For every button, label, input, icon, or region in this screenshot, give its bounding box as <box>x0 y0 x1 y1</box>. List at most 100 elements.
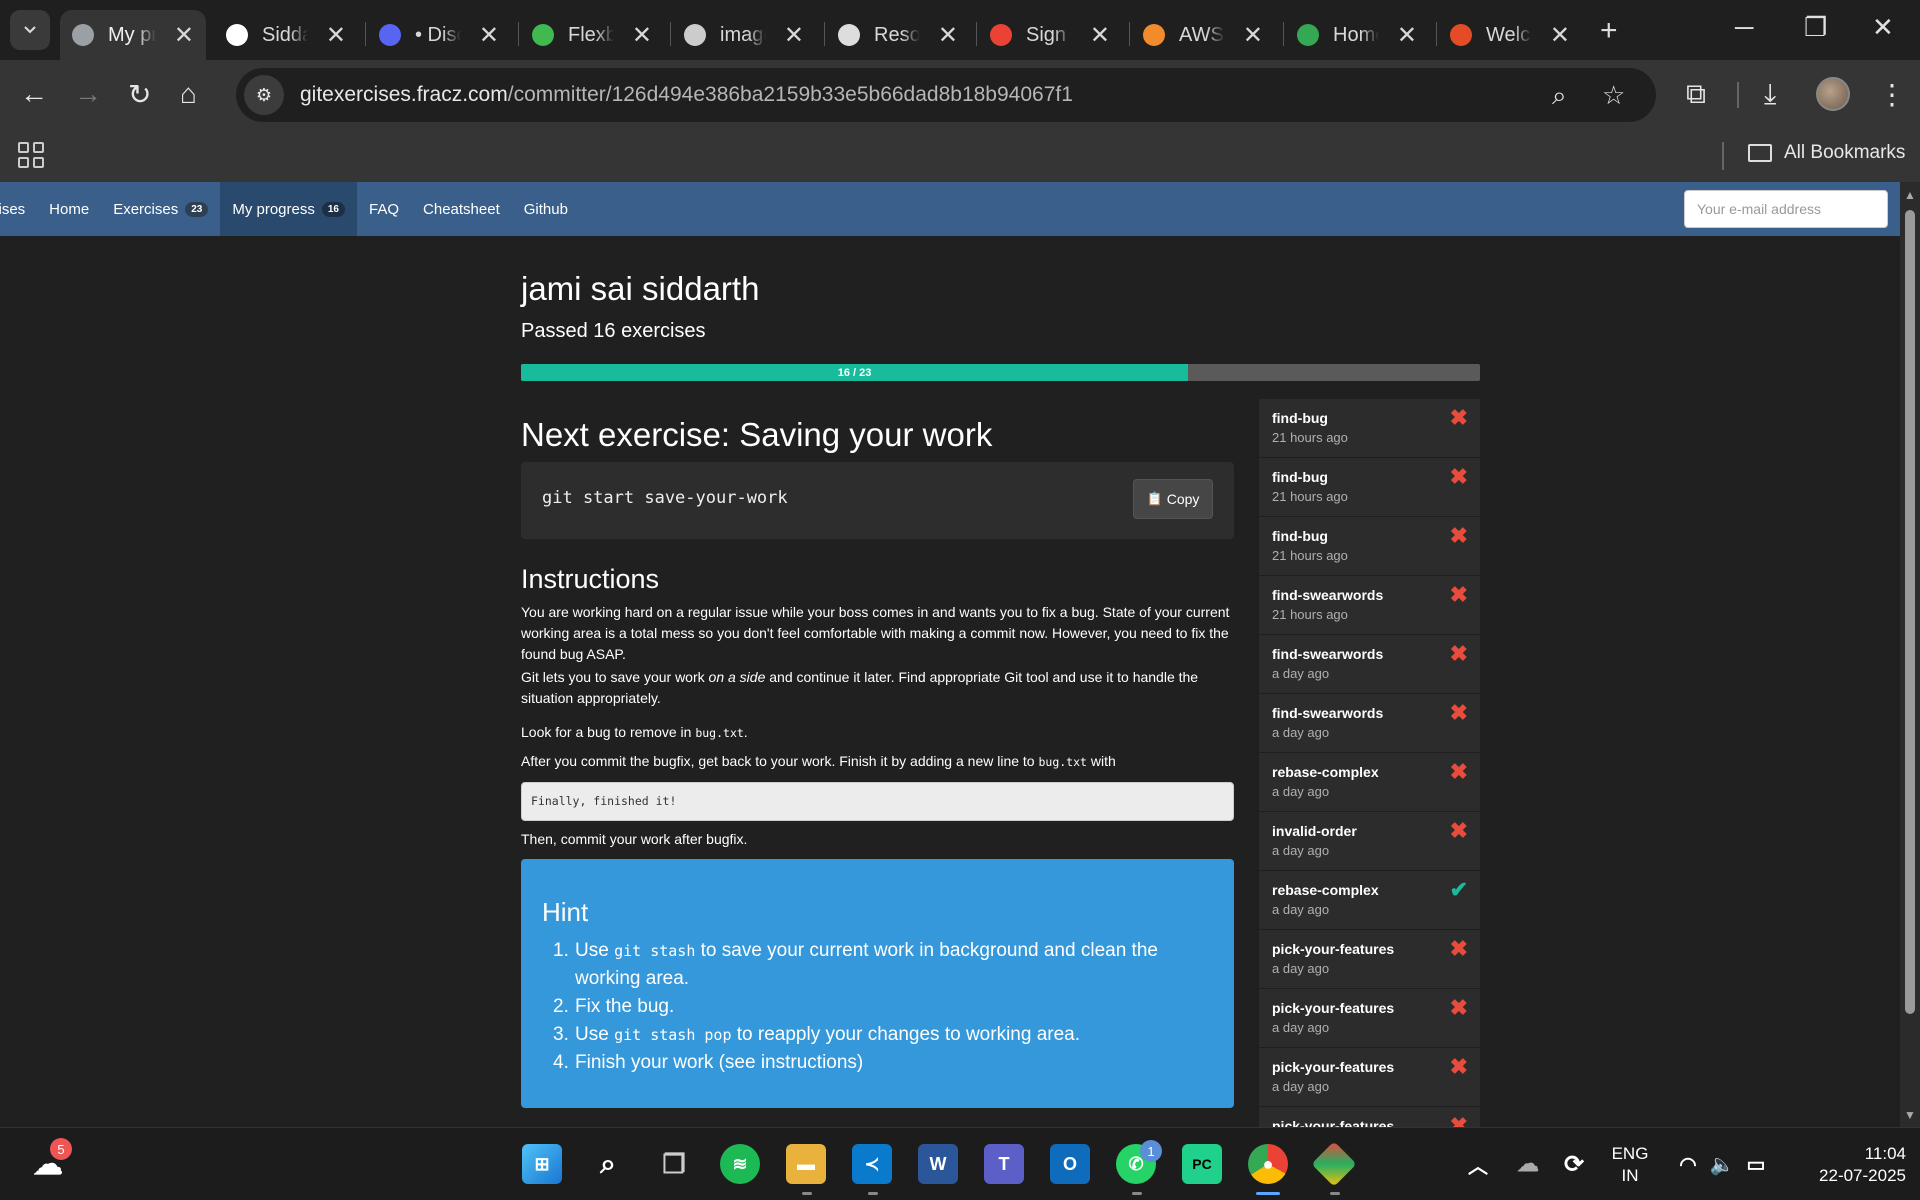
word-icon[interactable]: W <box>918 1144 958 1184</box>
attempt-row[interactable]: find-swearwords a day ago ✖ <box>1259 694 1480 753</box>
tab-close-icon[interactable]: ✕ <box>174 21 194 50</box>
tab-8[interactable]: Home ✕ <box>1285 10 1429 60</box>
close-window-icon[interactable]: ✕ <box>1872 12 1894 43</box>
tab-3[interactable]: Flexb ✕ <box>520 10 664 60</box>
home-icon[interactable]: ⌂ <box>180 78 197 110</box>
folder-icon <box>1748 144 1772 162</box>
attempt-row[interactable]: rebase-complex a day ago ✖ <box>1259 753 1480 812</box>
hint-item: 2. Fix the bug. <box>553 996 675 1017</box>
restore-icon[interactable]: ❐ <box>1804 12 1827 43</box>
attempt-row[interactable]: invalid-order a day ago ✖ <box>1259 812 1480 871</box>
extensions-icon[interactable]: ⧉ <box>1686 78 1706 111</box>
tray-overflow-icon[interactable]: ︿ <box>1458 1144 1498 1184</box>
sync-icon[interactable]: ⟳ <box>1554 1144 1594 1184</box>
attempt-row[interactable]: pick-your-features a day ago ✖ <box>1259 1048 1480 1107</box>
profile-avatar[interactable] <box>1816 77 1850 111</box>
git-gui-running-indicator <box>1330 1192 1340 1195</box>
attempt-row[interactable]: pick-your-features ✖ <box>1259 1107 1480 1127</box>
menu-icon[interactable]: ⋮ <box>1878 78 1906 111</box>
outlook-icon[interactable]: O <box>1050 1144 1090 1184</box>
start-icon[interactable]: ⊞ <box>522 1144 562 1184</box>
tab-5[interactable]: Resol ✕ <box>826 10 970 60</box>
tab-close-icon[interactable]: ✕ <box>632 21 652 50</box>
scroll-up-icon[interactable]: ▲ <box>1904 188 1916 202</box>
tab-9[interactable]: Welco ✕ <box>1438 10 1582 60</box>
download-icon[interactable]: ⤓ <box>1764 78 1776 111</box>
apps-grid-icon[interactable] <box>18 142 44 168</box>
nav-exercises[interactable]: Exercises 23 <box>101 182 220 236</box>
tab-label: Sign u <box>1026 23 1072 46</box>
page-scrollbar[interactable]: ▲ ▼ <box>1900 182 1920 1127</box>
attempt-row[interactable]: rebase-complex a day ago ✔ <box>1259 871 1480 930</box>
attempt-row[interactable]: find-bug 21 hours ago ✖ <box>1259 399 1480 458</box>
tab-close-icon[interactable]: ✕ <box>479 21 499 50</box>
battery-icon[interactable]: ▭ <box>1736 1144 1776 1184</box>
forward-icon[interactable]: → <box>74 78 102 110</box>
onedrive-icon[interactable]: ☁ <box>1508 1144 1548 1184</box>
tab-6[interactable]: Sign u ✕ <box>978 10 1122 60</box>
new-tab-button[interactable]: + <box>1600 14 1618 48</box>
tab-2[interactable]: • Disc ✕ <box>367 10 511 60</box>
spotify-icon[interactable]: ≋ <box>720 1144 760 1184</box>
attempt-row[interactable]: pick-your-features a day ago ✖ <box>1259 930 1480 989</box>
email-input[interactable] <box>1684 190 1888 228</box>
tab-close-icon[interactable]: ✕ <box>1397 21 1417 50</box>
tab-search-button[interactable] <box>10 10 50 50</box>
attempt-row[interactable]: find-swearwords 21 hours ago ✖ <box>1259 576 1480 635</box>
url-text[interactable]: gitexercises.fracz.com/committer/126d494… <box>300 83 1073 107</box>
language-indicator[interactable]: ENG IN <box>1600 1143 1660 1187</box>
vscode-icon[interactable]: ≺ <box>852 1144 892 1184</box>
nav-exercises-label: Exercises <box>113 200 179 218</box>
attempt-row[interactable]: pick-your-features a day ago ✖ <box>1259 989 1480 1048</box>
cross-icon: ✖ <box>1449 818 1468 843</box>
site-info-icon[interactable]: ⚙ <box>244 75 284 115</box>
nav-brand[interactable]: rcises <box>0 182 37 236</box>
nav-github[interactable]: Github <box>512 182 580 236</box>
command-box: git start save-your-work 📋 Copy <box>521 462 1234 539</box>
all-bookmarks-button[interactable]: All Bookmarks <box>1748 142 1905 164</box>
tab-close-icon[interactable]: ✕ <box>1090 21 1110 50</box>
nav-my-progress[interactable]: My progress 16 <box>220 182 357 236</box>
scroll-down-icon[interactable]: ▼ <box>1904 1108 1916 1122</box>
task-view-icon[interactable]: ❐ <box>654 1144 694 1184</box>
tab-4[interactable]: image ✕ <box>672 10 816 60</box>
teams-icon[interactable]: T <box>984 1144 1024 1184</box>
clock[interactable]: 11:04 22-07-2025 <box>1786 1143 1906 1187</box>
tab-7[interactable]: AWS (✕ <box>1131 10 1275 60</box>
scrollbar-thumb[interactable] <box>1905 210 1915 1014</box>
tab-close-icon[interactable]: ✕ <box>1243 21 1263 50</box>
copy-button[interactable]: 📋 Copy <box>1133 479 1213 519</box>
pycharm-icon[interactable]: PC <box>1182 1144 1222 1184</box>
address-bar[interactable]: ⚙ gitexercises.fracz.com/committer/126d4… <box>236 68 1656 122</box>
reload-icon[interactable]: ↻ <box>128 78 151 111</box>
chrome-icon[interactable]: ● <box>1248 1144 1288 1184</box>
tab-close-icon[interactable]: ✕ <box>1550 21 1570 50</box>
file-explorer-icon[interactable]: ▬ <box>786 1144 826 1184</box>
progress-bar-fill: 16 / 23 <box>521 364 1189 381</box>
image-icon <box>684 24 706 46</box>
command-text[interactable]: git start save-your-work <box>542 488 788 508</box>
minimize-icon[interactable]: ─ <box>1735 12 1753 43</box>
nav-home[interactable]: Home <box>37 182 101 236</box>
tab-label: • Disc <box>415 23 461 46</box>
bookmark-star-icon[interactable]: ☆ <box>1602 80 1625 111</box>
attempt-row[interactable]: find-swearwords a day ago ✖ <box>1259 635 1480 694</box>
tab-close-icon[interactable]: ✕ <box>326 21 346 50</box>
tab-0[interactable]: My pr ✕ <box>60 10 206 60</box>
nav-faq[interactable]: FAQ <box>357 182 411 236</box>
attempt-row[interactable]: find-bug 21 hours ago ✖ <box>1259 517 1480 576</box>
tab-close-icon[interactable]: ✕ <box>938 21 958 50</box>
zoom-icon[interactable]: ⌕ <box>1552 80 1567 112</box>
check-icon: ✔ <box>1449 877 1468 902</box>
tab-separator <box>518 22 519 46</box>
nav-cheatsheet[interactable]: Cheatsheet <box>411 182 512 236</box>
search-icon[interactable]: ⌕ <box>588 1144 628 1184</box>
git-gui-icon[interactable] <box>1311 1141 1357 1187</box>
attempt-exercise-name: rebase-complex <box>1272 882 1379 898</box>
back-icon[interactable]: ← <box>20 78 48 110</box>
tab-1[interactable]: Sidda ✕ <box>214 10 358 60</box>
instructions-heading: Instructions <box>521 564 660 594</box>
tab-close-icon[interactable]: ✕ <box>784 21 804 50</box>
hint-title: Hint <box>542 897 589 927</box>
attempt-row[interactable]: find-bug 21 hours ago ✖ <box>1259 458 1480 517</box>
